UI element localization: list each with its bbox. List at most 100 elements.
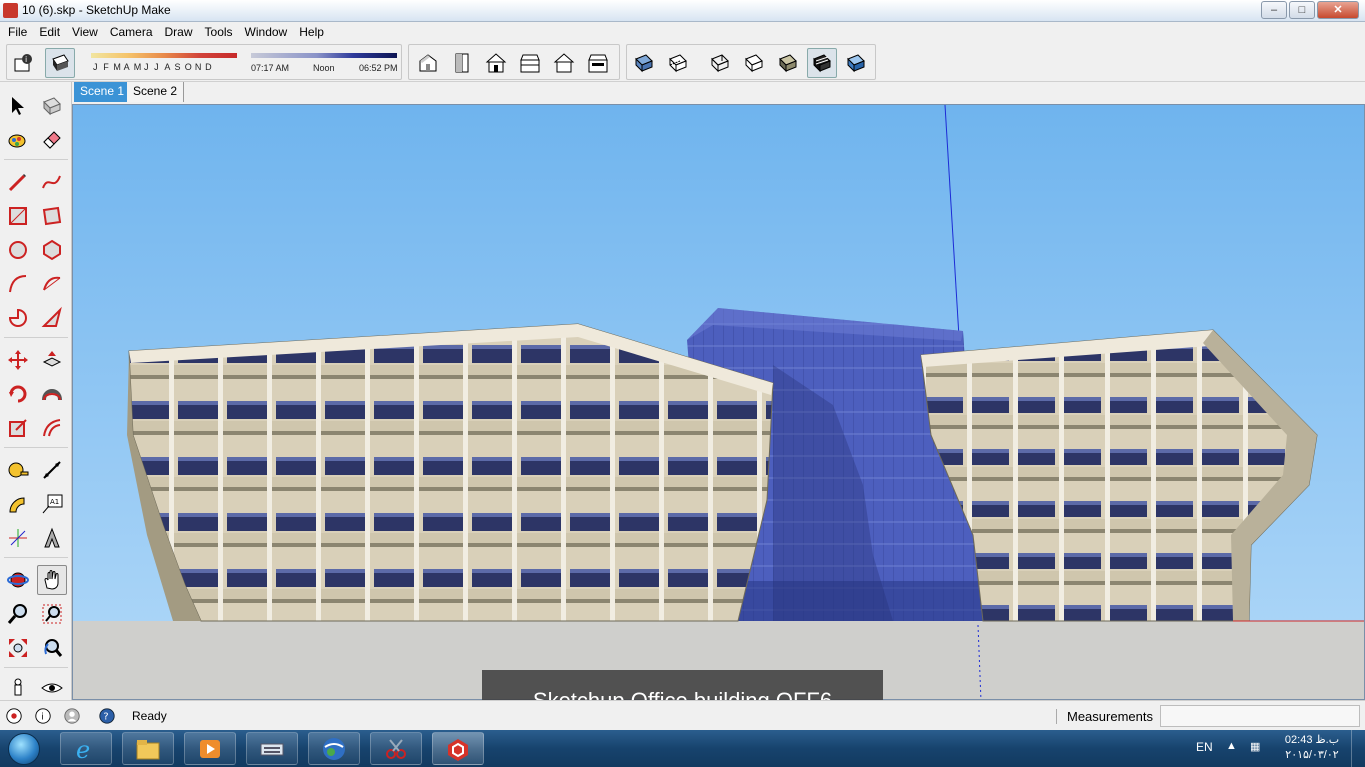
iso-view-button[interactable] xyxy=(413,48,443,78)
language-indicator[interactable]: EN xyxy=(1196,740,1213,754)
taskbar-internet-explorer[interactable]: e xyxy=(60,732,112,765)
tools-divider xyxy=(4,337,68,338)
shaded-button[interactable] xyxy=(773,48,803,78)
two-point-arc-tool[interactable] xyxy=(37,269,67,299)
freehand-tool[interactable] xyxy=(37,167,67,197)
sign-in-button[interactable] xyxy=(62,706,82,726)
shadows-toolbar: i J F M A M J J A S O N D 07:17 AM Noon … xyxy=(6,44,402,80)
zoom-window-tool[interactable] xyxy=(37,599,67,629)
menu-camera[interactable]: Camera xyxy=(104,25,159,39)
menu-window[interactable]: Window xyxy=(239,25,294,39)
shadow-settings-button[interactable]: i xyxy=(9,48,39,78)
taskbar-google-earth[interactable] xyxy=(308,732,360,765)
close-button[interactable]: ✕ xyxy=(1317,1,1359,19)
minimize-button[interactable]: – xyxy=(1261,1,1287,19)
arc-tool[interactable] xyxy=(3,269,33,299)
svg-text:i: i xyxy=(25,55,27,64)
left-view-button[interactable] xyxy=(583,48,613,78)
wireframe-button[interactable] xyxy=(705,48,735,78)
follow-me-tool[interactable] xyxy=(37,379,67,409)
back-view-button[interactable] xyxy=(549,48,579,78)
rotate-tool[interactable] xyxy=(3,379,33,409)
month-slider[interactable]: J F M A M J J A S O N D xyxy=(91,47,241,77)
xray-button[interactable] xyxy=(629,48,659,78)
model-viewport[interactable] xyxy=(72,104,1365,700)
menu-help[interactable]: Help xyxy=(293,25,330,39)
tab-scene-2[interactable]: Scene 2 xyxy=(127,82,185,102)
eraser-tool[interactable] xyxy=(37,125,67,155)
network-signal-icon[interactable]: ▦ xyxy=(1250,740,1260,753)
pie-tool[interactable] xyxy=(3,303,33,333)
shaded-textures-button[interactable] xyxy=(807,48,837,78)
show-hidden-icons-button[interactable]: ▲ xyxy=(1226,740,1237,752)
orbit-tool[interactable] xyxy=(3,565,33,595)
scene-tabs: Scene 1 Scene 2 xyxy=(72,82,1365,104)
polygon-tool[interactable] xyxy=(37,235,67,265)
paint-bucket-tool[interactable] xyxy=(3,125,33,155)
credits-button[interactable]: i xyxy=(33,706,53,726)
dimension-icon xyxy=(43,461,61,479)
hidden-line-button[interactable] xyxy=(739,48,769,78)
display-shadows-button[interactable] xyxy=(45,48,75,78)
previous-view-tool[interactable] xyxy=(37,633,67,663)
taskbar-sketchup[interactable] xyxy=(432,732,484,765)
menu-view[interactable]: View xyxy=(66,25,104,39)
position-camera-tool[interactable] xyxy=(3,673,33,703)
front-view-button[interactable] xyxy=(481,48,511,78)
move-tool[interactable] xyxy=(3,345,33,375)
info-icon: i xyxy=(35,708,51,724)
3d-text-tool[interactable] xyxy=(37,523,67,553)
offset-tool[interactable] xyxy=(37,413,67,443)
measurements-label: Measurements xyxy=(1056,709,1153,724)
tape-measure-icon xyxy=(8,462,29,478)
text-tool[interactable]: A1 xyxy=(37,489,67,519)
right-view-button[interactable] xyxy=(515,48,545,78)
back-edges-button[interactable] xyxy=(663,48,693,78)
tools-divider xyxy=(4,447,68,448)
taskbar-keyboard[interactable] xyxy=(246,732,298,765)
zoom-tool[interactable] xyxy=(3,599,33,629)
svg-text:i: i xyxy=(41,713,44,723)
taskbar-snipping-tool[interactable] xyxy=(370,732,422,765)
system-clock[interactable]: 02:43 ب.ظ ۲۰۱۵/۰۳/۰۲ xyxy=(1280,733,1344,763)
dimension-tool[interactable] xyxy=(37,455,67,485)
pan-tool[interactable] xyxy=(37,565,67,595)
look-around-tool[interactable] xyxy=(37,673,67,703)
geo-location-button[interactable] xyxy=(4,706,24,726)
time-slider[interactable]: 07:17 AM Noon 06:52 PM xyxy=(251,47,401,77)
protractor-tool[interactable] xyxy=(3,489,33,519)
shadow-settings-icon: i xyxy=(14,54,32,72)
rectangle-tool[interactable] xyxy=(3,201,33,231)
month-label: F xyxy=(103,62,109,72)
make-component-tool[interactable] xyxy=(37,91,67,121)
show-desktop-button[interactable] xyxy=(1351,730,1365,767)
menu-edit[interactable]: Edit xyxy=(33,25,66,39)
tape-measure-tool[interactable] xyxy=(3,455,33,485)
start-button[interactable] xyxy=(4,731,44,767)
menu-file[interactable]: File xyxy=(2,25,33,39)
tab-scene-1[interactable]: Scene 1 xyxy=(74,82,131,102)
front-view-icon xyxy=(485,53,507,73)
zoom-extents-tool[interactable] xyxy=(3,633,33,663)
select-tool[interactable] xyxy=(3,91,33,121)
circle-tool[interactable] xyxy=(3,235,33,265)
instructor-button[interactable]: ? xyxy=(97,706,117,726)
menu-tools[interactable]: Tools xyxy=(199,25,239,39)
maximize-button[interactable]: □ xyxy=(1289,1,1315,19)
scale-tool[interactable] xyxy=(3,413,33,443)
monochrome-button[interactable] xyxy=(841,48,871,78)
three-point-arc-tool[interactable] xyxy=(37,303,67,333)
line-tool[interactable] xyxy=(3,167,33,197)
top-view-button[interactable] xyxy=(447,48,477,78)
push-pull-tool[interactable] xyxy=(37,345,67,375)
axes-tool[interactable] xyxy=(3,523,33,553)
google-earth-icon xyxy=(323,737,345,760)
back-edges-icon xyxy=(669,54,687,73)
wireframe-icon xyxy=(711,54,729,73)
month-label: N xyxy=(194,62,202,72)
taskbar-file-explorer[interactable] xyxy=(122,732,174,765)
rotated-rectangle-tool[interactable] xyxy=(37,201,67,231)
menu-draw[interactable]: Draw xyxy=(159,25,199,39)
measurements-input[interactable] xyxy=(1160,705,1360,727)
taskbar-media-player[interactable] xyxy=(184,732,236,765)
